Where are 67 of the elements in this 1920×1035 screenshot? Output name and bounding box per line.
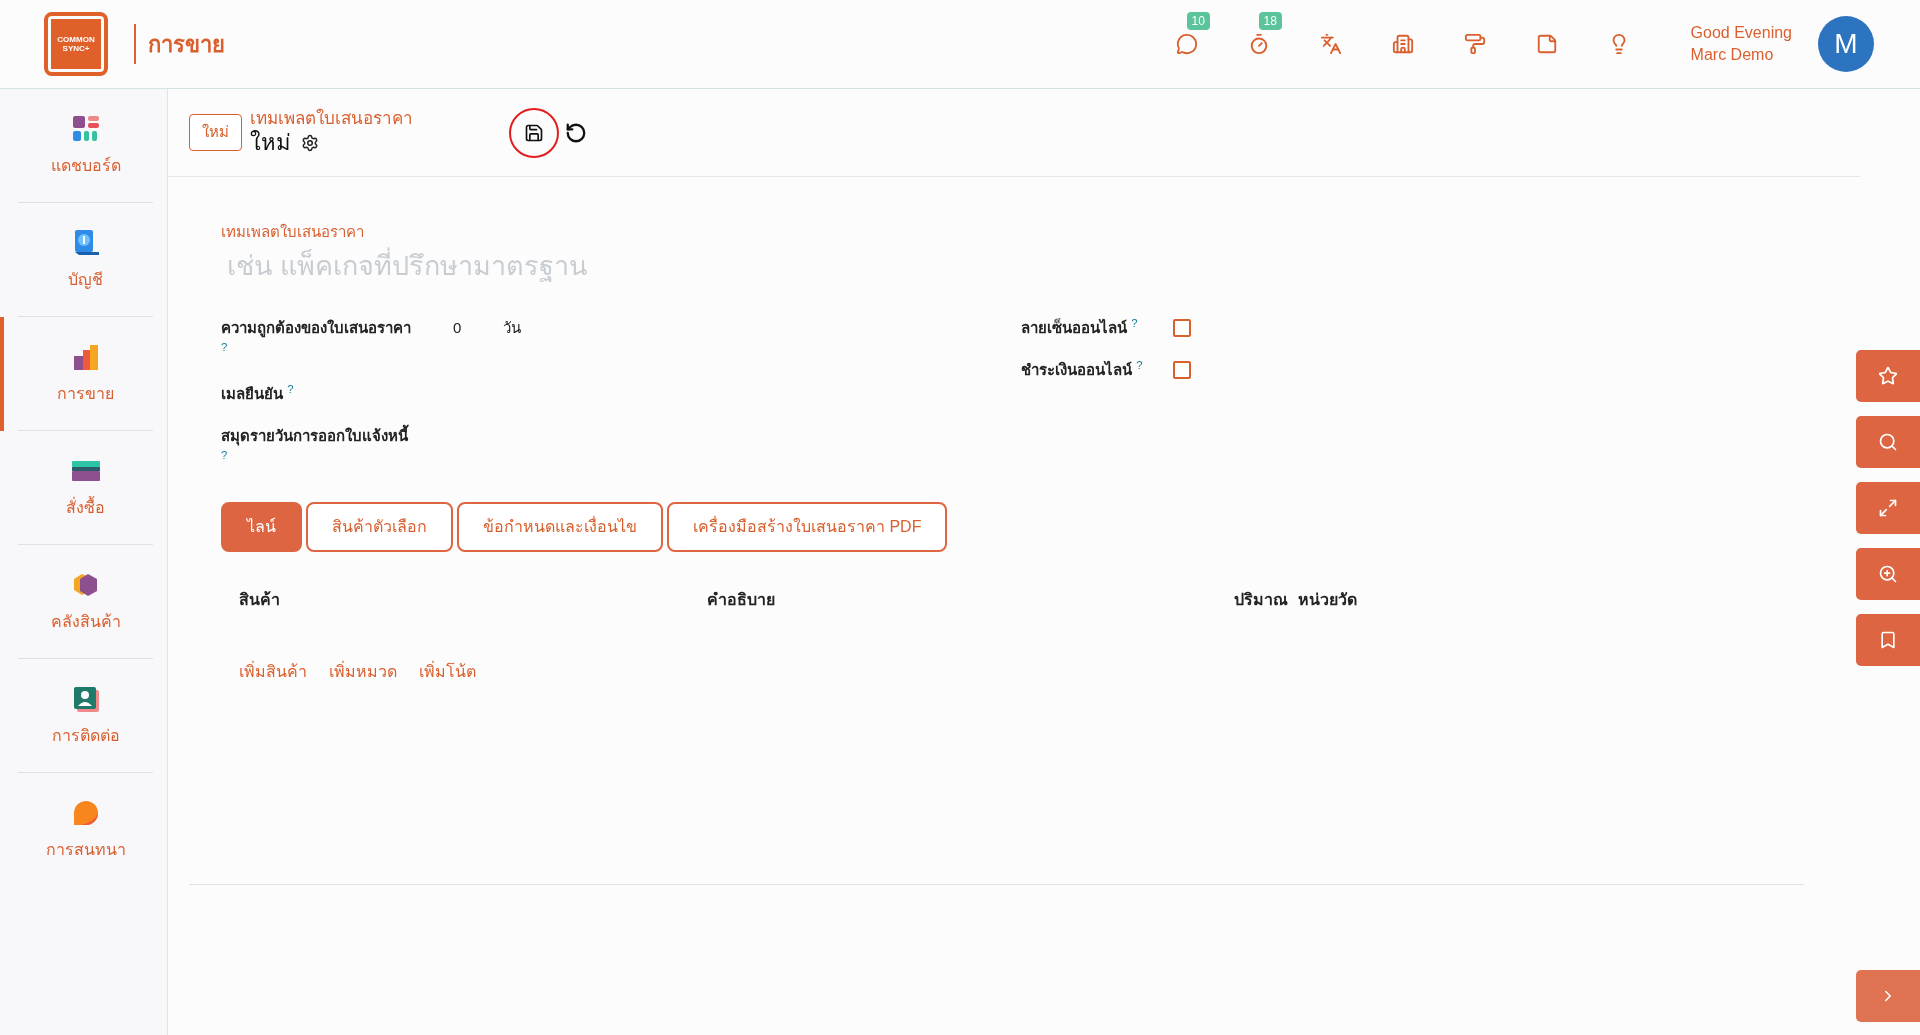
side-tool-button[interactable] <box>1856 416 1920 468</box>
column-header: คำอธิบาย <box>707 590 776 610</box>
sidebar-label: การสนทนา <box>45 840 126 860</box>
sidebar-label: คลังสินค้า <box>50 612 121 632</box>
toolbar-button[interactable] <box>1318 32 1343 56</box>
breadcrumb-link[interactable]: เทมเพลตใบเสนอราคา <box>250 108 413 129</box>
chat-icon <box>1175 33 1198 55</box>
translate-icon <box>1319 33 1342 55</box>
sidebar-item[interactable]: บัญชี <box>0 203 167 317</box>
zoom-in-icon <box>1878 564 1898 584</box>
paint-roller-icon <box>1463 33 1486 55</box>
logo-text: SYNC+ <box>62 44 90 53</box>
user-avatar[interactable]: M <box>1818 16 1874 72</box>
tab[interactable]: ไลน์ <box>221 502 302 552</box>
side-tool-button[interactable] <box>1856 548 1920 600</box>
expand-icon <box>1878 498 1898 518</box>
greeting-text: Good Evening <box>1690 23 1792 43</box>
tab[interactable]: สินค้าตัวเลือก <box>306 502 453 552</box>
save-button[interactable] <box>509 107 559 158</box>
bookmark-icon <box>1878 630 1898 650</box>
sidebar-label: การขาย <box>57 384 114 404</box>
sidebar-item[interactable]: แดชบอร์ด <box>0 89 167 203</box>
tab[interactable]: ข้อกำหนดและเงื่อนไข <box>457 502 663 552</box>
save-icon <box>524 122 544 143</box>
column-header: หน่วยวัด <box>1298 590 1357 610</box>
sidebar-item[interactable]: การขาย <box>0 317 167 431</box>
unit-label: วัน <box>503 318 522 338</box>
sidebar-item[interactable]: สั่งซื้อ <box>0 431 167 545</box>
side-tool-button[interactable] <box>1856 614 1920 666</box>
side-tool-button[interactable] <box>1856 350 1920 402</box>
checkbox[interactable] <box>1173 361 1191 379</box>
column-header: สินค้า <box>239 590 281 610</box>
sidebar-item[interactable]: คลังสินค้า <box>0 545 167 659</box>
settings-icon[interactable] <box>301 133 319 152</box>
sidebar-item[interactable]: การสนทนา <box>0 773 167 887</box>
sidebar-label: แดชบอร์ด <box>50 155 121 176</box>
search-icon <box>1878 432 1898 452</box>
field-label: เทมเพลตใบเสนอราคา <box>221 222 365 242</box>
field-label: ลายเซ็นออนไลน์ $^{?}$ <box>1021 316 1139 338</box>
field-value[interactable]: 0 <box>453 316 462 340</box>
count-badge: 10 <box>1186 12 1210 30</box>
sidebar-label: การติดต่อ <box>51 726 120 746</box>
column-header: ปริมาณ <box>1234 590 1289 610</box>
count-badge: 18 <box>1258 12 1282 30</box>
sidebar-label: บัญชี <box>68 270 103 291</box>
dashboard-icon <box>70 114 101 144</box>
add-line-link[interactable]: เพิ่มโน้ต <box>419 660 476 684</box>
record-title: ใหม่ <box>250 128 291 157</box>
building-icon <box>1391 33 1414 55</box>
add-line-link[interactable]: เพิ่มสินค้า <box>239 660 307 684</box>
field-label: ชำระเงินออนไลน์ $^{?}$ <box>1021 358 1144 380</box>
tab[interactable]: เครื่องมือสร้างใบเสนอราคา PDF <box>667 502 948 552</box>
sidebar-label: สั่งซื้อ <box>66 496 105 520</box>
greeting-text: Marc Demo <box>1690 45 1775 65</box>
logo-text: COMMON <box>57 35 95 44</box>
new-badge: ใหม่ <box>189 114 242 151</box>
checkbox[interactable] <box>1173 319 1191 337</box>
sticky-note-icon <box>1535 33 1558 55</box>
undo-icon[interactable] <box>565 121 587 144</box>
app-title: การขาย <box>148 30 225 59</box>
toolbar-button[interactable] <box>1462 32 1487 56</box>
add-line-link[interactable]: เพิ่มหมวด <box>329 660 397 684</box>
sidebar-item[interactable]: การติดต่อ <box>0 659 167 773</box>
field-label: เมลยืนยัน $^{?}$ <box>221 382 295 404</box>
logo[interactable]: COMMON SYNC+ <box>44 12 108 76</box>
star-icon <box>1878 366 1898 386</box>
toolbar-button[interactable] <box>1390 32 1415 56</box>
